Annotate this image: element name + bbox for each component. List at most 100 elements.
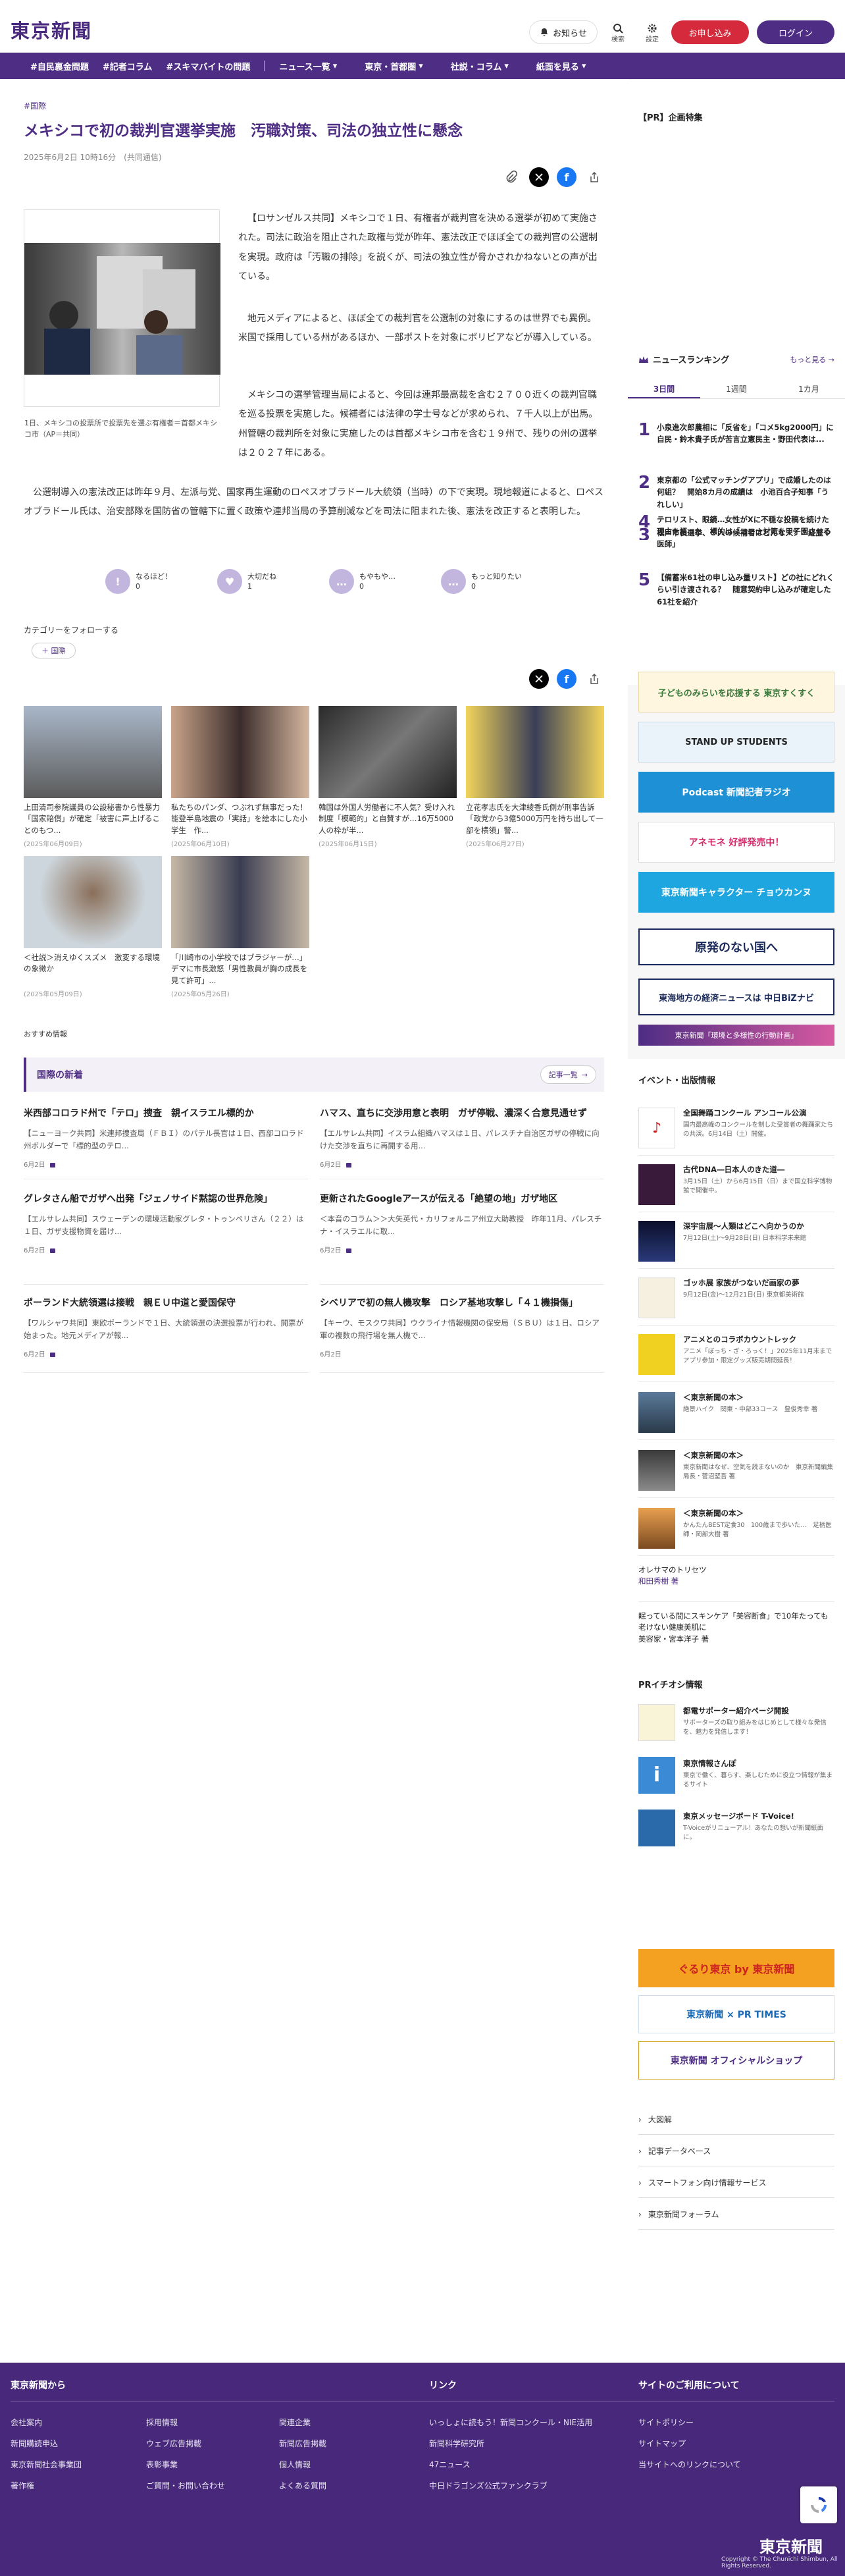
banner-chokanu[interactable]: 東京新聞キャラクター チョウカンヌ [638, 872, 834, 913]
settings-button[interactable]: 設定 [641, 20, 663, 46]
reaction-motto[interactable]: … もっと知りたい 0 [441, 569, 526, 594]
pr-info-item[interactable]: 都電サポーター紹介ページ開設 サポーターズの取り組みをはじめとして様々な発信を、魅… [638, 1704, 834, 1745]
footer-link[interactable]: 関連企業 [279, 2417, 311, 2428]
event-item[interactable]: ♪ 全国舞踊コンクール アンコール公演 国内最高峰のコンクールを制した受賞者の舞踊家… [638, 1105, 834, 1156]
pr-info-title-text: 都電サポーター紹介ページ開設 [683, 1706, 789, 1715]
follow-category-chip[interactable]: ＋ 国際 [32, 643, 76, 658]
tab-1month[interactable]: 1カ月 [773, 379, 845, 398]
facebook-share-icon[interactable]: f [557, 669, 576, 689]
footer-logo[interactable]: 東京新聞 [759, 2534, 823, 2557]
related-card[interactable]: ＜社説＞消えゆくスズメ 激変する環境の象徴か (2025年05月09日) [24, 856, 162, 998]
banner-pr-times[interactable]: 東京新聞 × PR TIMES [638, 1995, 834, 2033]
event-item[interactable]: 古代DNA―日本人のきた道― 3月15日（土）から6月15日（日）まで国立科学博物… [638, 1162, 834, 1212]
footer-link[interactable]: 当サイトへのリンクについて [638, 2459, 741, 2470]
nav-hashtag-2[interactable]: #記者コラム [103, 60, 153, 72]
ranking-item[interactable]: 4 テロリスト、眼鏡…女性がXに不穏な投稿を続けた理由を語った 標的は「コロナ対策… [638, 514, 834, 550]
event-item[interactable]: ＜東京新聞の本＞ 絶景ハイク 関東・中部33コース 豊俊秀幸 著 [638, 1389, 834, 1440]
banner-standup[interactable]: STAND UP STUDENTS [638, 722, 834, 763]
ranking-item[interactable]: 1 小泉進次郎農相に「反省を」「コメ5kg2000円」に自民・鈴木貴子氏が苦言立憲… [638, 421, 834, 446]
footer-link[interactable]: 会社案内 [11, 2417, 42, 2428]
related-card[interactable]: 私たちのパンダ、つぶれず無事だった！ 能登半島地震の「実話」を絵本にした小学生 … [171, 706, 309, 848]
nav-menu-tokyo[interactable]: 東京・首都圏 ▾ [365, 60, 437, 72]
search-button[interactable]: 検索 [607, 20, 629, 46]
footer-link[interactable]: 東京新聞社会事業団 [11, 2459, 82, 2470]
chevron-right-icon: › [638, 2209, 642, 2219]
nav-hashtag-1[interactable]: #自民裏金問題 [30, 60, 89, 72]
banner-genpatsu[interactable]: 原発のない国へ [638, 928, 834, 965]
recaptcha-badge-icon[interactable] [800, 2486, 837, 2523]
pr-info-item[interactable]: i 東京情報さんぽ 東京で働く、暮らす、楽しむために役立つ情報が集まるサイト [638, 1757, 834, 1798]
news-item[interactable]: 米西部コロラド州で「テロ」捜査 親イスラエル標的か 【ニューヨーク共同】米連邦捜… [24, 1106, 308, 1179]
event-item[interactable]: アニメとのコラボカウントレック アニメ「ぼっち・ざ・ろっく！」2025年11月末ま… [638, 1331, 834, 1382]
x-share-icon[interactable] [529, 669, 549, 689]
banner-sukusuku[interactable]: 子どものみらいを応援する 東京すくすく [638, 672, 834, 712]
related-card[interactable]: 韓国は外国人労働者に不人気？受け入れ制度「模範的」と自賛すが…16万5000人の… [319, 706, 457, 848]
related-date: (2025年06月09日) [24, 841, 82, 848]
news-item[interactable]: ポーランド大統領選は接戦 親ＥＵ中道と愛国保守 【ワルシャワ共同】東欧ポーランド… [24, 1296, 308, 1373]
footer-link[interactable]: ご質問・お問い合わせ [146, 2480, 225, 2491]
footer-link[interactable]: サイトマップ [638, 2438, 686, 2449]
article-tag[interactable]: #国際 [24, 100, 46, 111]
nav-hashtag-3[interactable]: #スキマバイトの問題 [166, 60, 250, 72]
related-card[interactable]: 上田清司参院議員の公設秘書から性暴力「国家賠償」が確定「被害に声上げることのもつ… [24, 706, 162, 848]
news-item[interactable]: シベリアで初の無人機攻撃 ロシア基地攻撃し「４１機損傷」 【キーウ、モスクワ共同… [320, 1296, 604, 1373]
clip-icon[interactable] [501, 167, 521, 187]
footer-link[interactable]: よくある質問 [279, 2480, 326, 2491]
news-item[interactable]: グレタさん船でガザへ出発「ジェノサイド黙認の世界危険」 【エルサレム共同】スウェ… [24, 1192, 308, 1285]
x-share-icon[interactable] [529, 167, 549, 187]
chevron-right-icon: › [638, 2114, 642, 2124]
news-item[interactable]: ハマス、直ちに交渉用意と表明 ガザ停戦、濃深く合意見通せず 【エルサレム共同】イ… [320, 1106, 604, 1179]
tab-1week[interactable]: 1週間 [700, 379, 773, 398]
reaction-taisetsu[interactable]: ♥ 大切だね 1 [217, 569, 303, 594]
banner-gururi-tokyo[interactable]: ぐるり東京 by 東京新聞 [638, 1949, 834, 1987]
nav-menu-paper[interactable]: 紙面を見る ▾ [536, 60, 600, 72]
ranking-item[interactable]: 5 【備蓄米61社の申し込み量リスト】どの社にどれくらい引き渡される？ 随意契約申… [638, 572, 834, 608]
news-box-more-button[interactable]: 記事一覧 → [540, 1065, 596, 1084]
notice-button[interactable]: お知らせ [529, 20, 598, 44]
sidebar-link-smartphone[interactable]: › スマートフォン向け情報サービス [638, 2168, 834, 2198]
news-item[interactable]: 更新されたGoogleアースが伝える「絶望の地」ガザ地区 ＜本音のコラム＞＞大矢… [320, 1192, 604, 1285]
reaction-naruhodo[interactable]: ! なるほど！ 0 [105, 569, 191, 594]
facebook-share-icon[interactable]: f [557, 167, 576, 187]
footer-link[interactable]: サイトポリシー [638, 2417, 694, 2428]
banner-diversity[interactable]: 東京新聞「環境と多様性の行動計画」 [638, 1025, 834, 1046]
footer-link[interactable]: 採用情報 [146, 2417, 178, 2428]
event-item[interactable]: 深宇宙展〜人類はどこへ向かうのか 7月12日(土)〜9月28日(日) 日本科学未来… [638, 1218, 834, 1269]
footer-link[interactable]: ウェブ広告掲載 [146, 2438, 201, 2449]
book-item[interactable]: オレサマのトリセツ 和田秀樹 著 [638, 1565, 834, 1588]
nav-menu-news[interactable]: ニュース一覧 ▾ [279, 60, 351, 72]
footer-link[interactable]: 個人情報 [279, 2459, 311, 2470]
related-card[interactable]: 立花孝志氏を大津綾香氏側が刑事告訴「政党から3億5000万円を持ち出して一部を横… [466, 706, 604, 848]
footer-link[interactable]: いっしょに読もう！新聞コンクール・NIE活用 [429, 2417, 592, 2428]
footer-link[interactable]: 新聞広告掲載 [279, 2438, 326, 2449]
pr-info-item[interactable]: 東京メッセージボード T-Voice! T-Voiceがリニューアル！あなたの想い… [638, 1810, 834, 1850]
footer-link[interactable]: 新聞科学研究所 [429, 2438, 484, 2449]
related-card[interactable]: 「川崎市の小学校ではブラジャーが…」 デマに市長激怒「男性教員が胸の成長を見て許… [171, 856, 309, 998]
banner-official-shop[interactable]: 東京新聞 オフィシャルショップ [638, 2041, 834, 2080]
sidebar-link-forum[interactable]: › 東京新聞フォーラム [638, 2199, 834, 2230]
banner-anemone[interactable]: アネモネ 好評発売中！ [638, 822, 834, 863]
event-item[interactable]: ゴッホ展 家族がつないだ画家の夢 9月12日(金)〜12月21日(日) 東京都美術… [638, 1275, 834, 1326]
nav-menu-editorial[interactable]: 社説・コラム ▾ [451, 60, 523, 72]
banner-chunichi-biz[interactable]: 東海地方の経済ニュースは 中日BiZナビ [638, 979, 834, 1015]
event-item[interactable]: ＜東京新聞の本＞ かんたんBEST定食30 100歳まで歩いた… 足柄医師・岡部大… [638, 1505, 834, 1556]
subscribe-button[interactable]: お申し込み [671, 20, 749, 44]
ranking-more-link[interactable]: もっと見る → [790, 354, 834, 365]
banner-podcast[interactable]: Podcast 新聞記者ラジオ [638, 772, 834, 813]
sidebar-link-daizukai[interactable]: › 大図解 [638, 2105, 834, 2135]
book-item[interactable]: 眠っている間にスキンケア「美容断食」で10年たっても老けない健康美肌に 美容家・宮… [638, 1611, 834, 1645]
footer-link[interactable]: 47ニュース [429, 2459, 471, 2470]
sidebar-link-database[interactable]: › 記事データベース [638, 2136, 834, 2166]
footer-link[interactable]: 表彰事業 [146, 2459, 178, 2470]
ranking-item[interactable]: 2 東京都の「公式マッチングアプリ」で成婚したのは何組？ 開始8カ月の成績は 小池… [638, 474, 834, 510]
share-icon[interactable] [584, 167, 604, 187]
reaction-moyamoya[interactable]: … もやもや… 0 [329, 569, 415, 594]
site-logo[interactable]: 東京新聞 [11, 16, 92, 43]
login-button[interactable]: ログイン [757, 20, 834, 44]
event-item[interactable]: ＜東京新聞の本＞ 東京新聞はなぜ、空気を読まないのか 東京新聞編集局長・菅沼堅吾 … [638, 1447, 834, 1498]
footer-link[interactable]: 中日ドラゴンズ公式ファンクラブ [429, 2480, 548, 2491]
footer-link[interactable]: 新聞購読申込 [11, 2438, 58, 2449]
tab-3days[interactable]: 3日間 [628, 379, 700, 398]
share-icon[interactable] [584, 669, 604, 689]
footer-link[interactable]: 著作権 [11, 2480, 34, 2491]
